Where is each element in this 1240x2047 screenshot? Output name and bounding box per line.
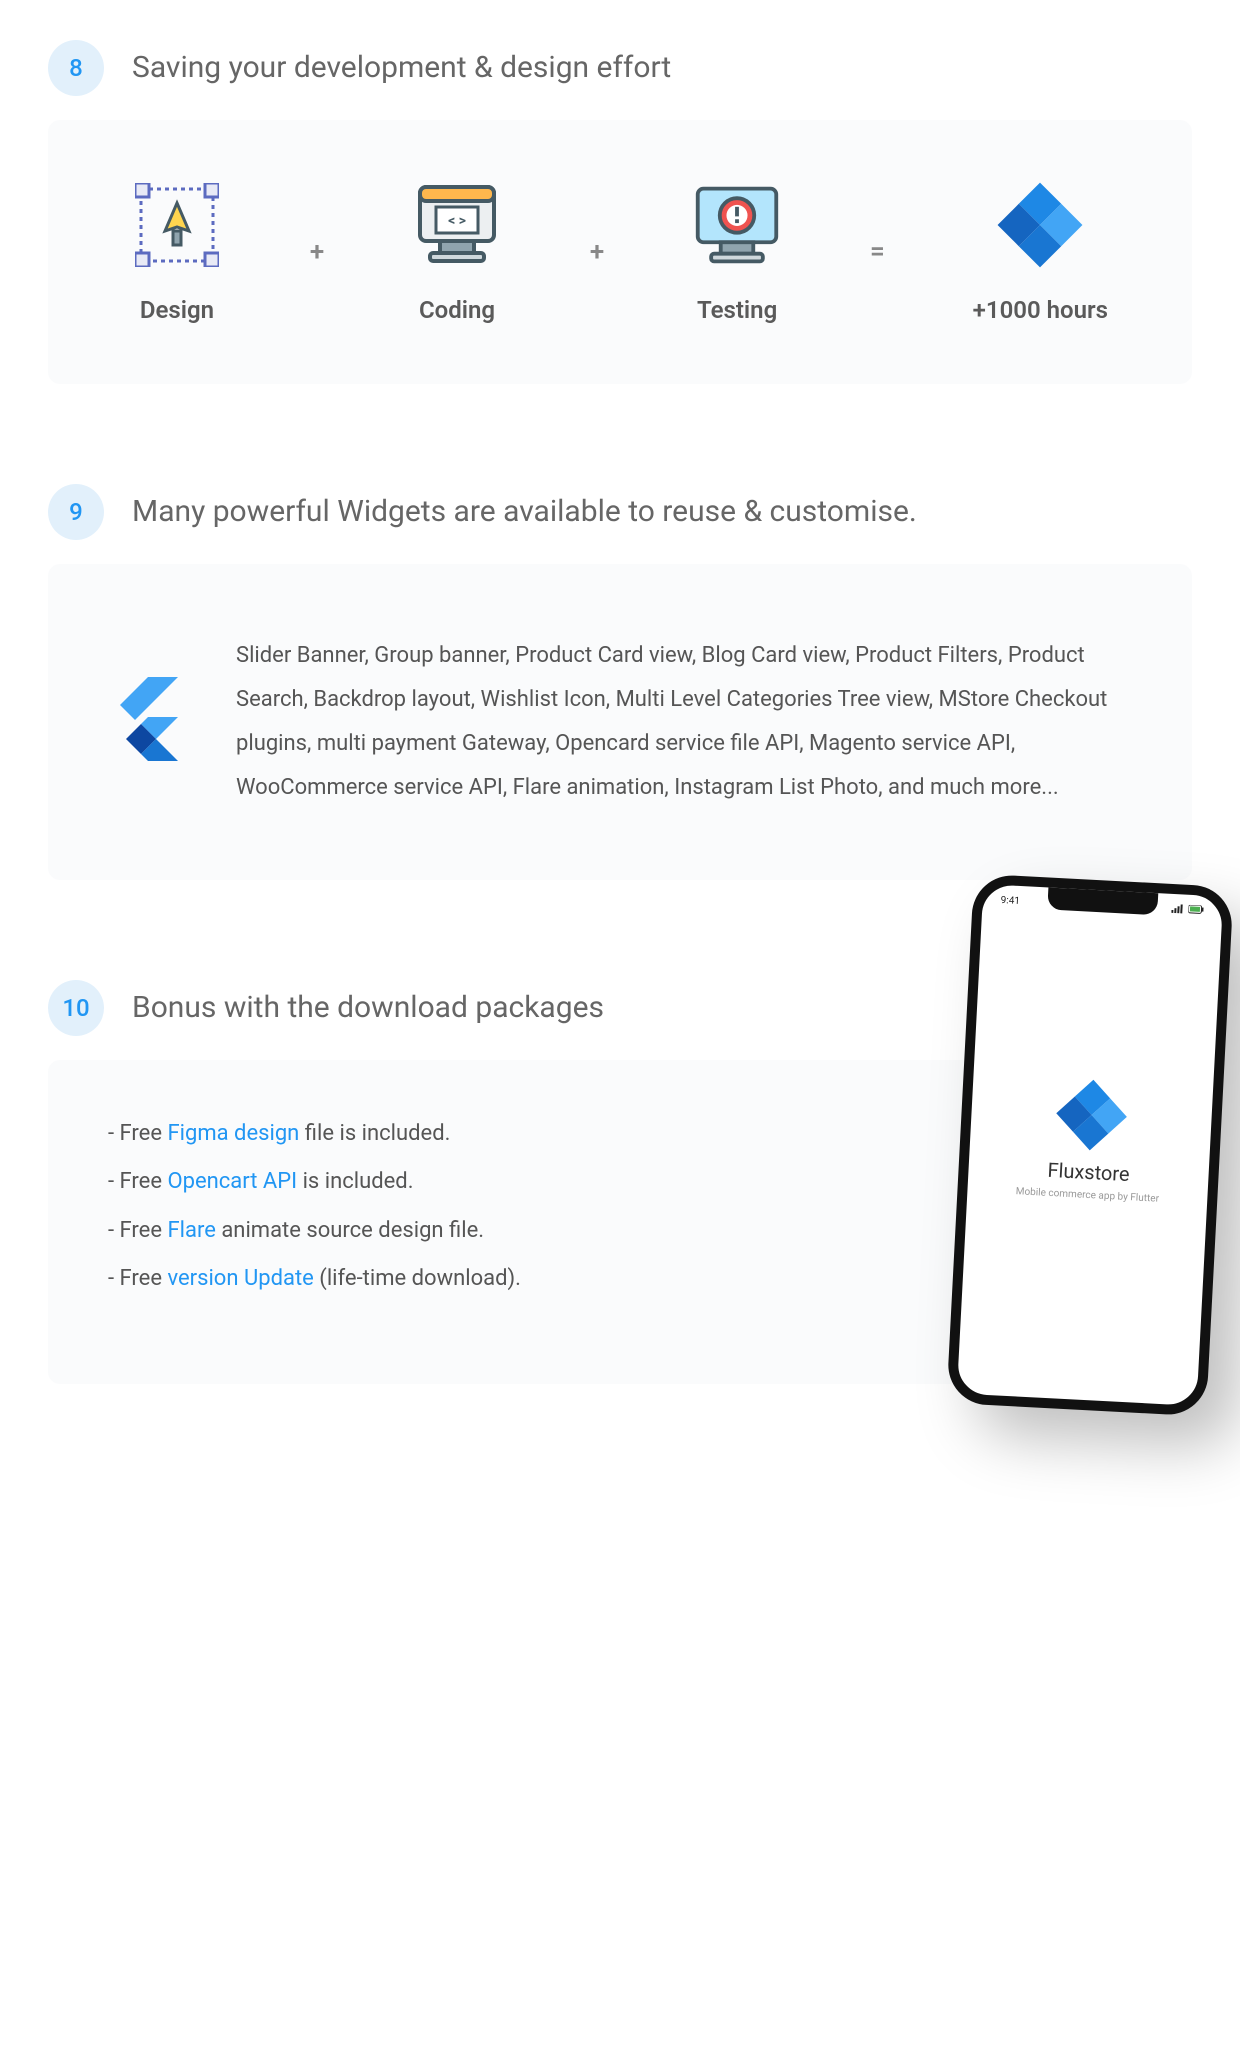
section-title: Bonus with the download packages (132, 987, 604, 1029)
phone-app-tagline: Mobile commerce app by Flutter (1015, 1186, 1159, 1204)
effort-label: Coding (419, 296, 495, 324)
effort-label: Testing (697, 296, 777, 324)
link-opencart[interactable]: Opencart API (167, 1169, 297, 1194)
section-header: 8 Saving your development & design effor… (48, 40, 1192, 96)
signal-icon (1171, 904, 1185, 914)
effort-coding: < > Coding (412, 180, 502, 324)
phone-frame: 9:41 Fluxstore Mobile commerce app by Fl… (946, 874, 1233, 1417)
effort-card: Design + < > Coding + (48, 120, 1192, 384)
effort-testing: Testing (692, 180, 782, 324)
section-title: Many powerful Widgets are available to r… (132, 491, 917, 533)
effort-result-label: +1000 hours (973, 296, 1108, 324)
phone-status-icons (1171, 904, 1204, 915)
section-8: 8 Saving your development & design effor… (0, 0, 1240, 444)
testing-icon (692, 180, 782, 270)
coding-icon: < > (412, 180, 502, 270)
flutter-icon (108, 677, 188, 767)
phone-app-title: Fluxstore (1047, 1157, 1130, 1185)
battery-icon (1188, 905, 1204, 915)
svg-text:< >: < > (448, 213, 466, 229)
plus-icon: + (590, 237, 604, 267)
section-title: Saving your development & design effort (132, 47, 671, 89)
section-10: 10 Bonus with the download packages - Fr… (0, 940, 1240, 1444)
effort-result: +1000 hours (973, 180, 1108, 324)
effort-row: Design + < > Coding + (88, 180, 1152, 324)
effort-design: Design (132, 180, 222, 324)
widgets-text: Slider Banner, Group banner, Product Car… (236, 634, 1132, 810)
phone-time: 9:41 (1000, 895, 1020, 907)
section-number-badge: 9 (48, 484, 104, 540)
link-version-update[interactable]: version Update (167, 1266, 313, 1291)
link-flare[interactable]: Flare (167, 1218, 215, 1243)
phone-app-logo (1065, 1088, 1118, 1141)
section-number-badge: 8 (48, 40, 104, 96)
plus-icon: + (310, 237, 324, 267)
widgets-card: Slider Banner, Group banner, Product Car… (48, 564, 1192, 880)
section-header: 9 Many powerful Widgets are available to… (48, 484, 1192, 540)
phone-notch (1047, 887, 1158, 915)
section-9: 9 Many powerful Widgets are available to… (0, 444, 1240, 940)
design-icon (132, 180, 222, 270)
diamond-icon (995, 180, 1085, 270)
equals-icon: = (870, 237, 885, 267)
effort-label: Design (140, 296, 214, 324)
phone-mockup: 9:41 Fluxstore Mobile commerce app by Fl… (946, 874, 1233, 1417)
link-figma[interactable]: Figma design (167, 1121, 299, 1146)
section-number-badge: 10 (48, 980, 104, 1036)
